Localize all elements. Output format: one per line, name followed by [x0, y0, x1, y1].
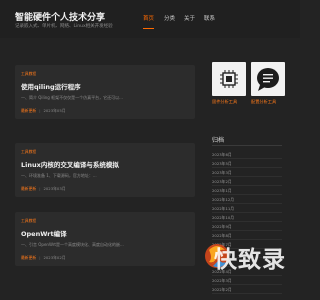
post-title[interactable]: 使用qiling运行程序 [21, 81, 81, 91]
nav-item-label: 分类 [164, 16, 176, 22]
site-subtitle: 记录嵌入式、单片机、网络、Linux相关开发经验 [15, 24, 113, 29]
nav-item-about[interactable]: 关于 [184, 13, 195, 25]
nav-item-label: 联系 [204, 16, 216, 22]
config-tool-tile[interactable] [251, 62, 285, 96]
config-tool-label[interactable]: 配置分析工具 [251, 99, 276, 105]
nav-item-contact[interactable]: 联系 [204, 13, 215, 25]
archive-divider [212, 185, 282, 186]
post-excerpt: 一、环境准备 1、下载源码，官方地址：... [21, 173, 97, 178]
post-meta: 最新更新 | 2023年03月 [21, 186, 66, 192]
chat-bubble-icon [257, 68, 279, 91]
archive-divider [212, 167, 282, 168]
post-meta-label: 最新更新 [21, 108, 37, 113]
post-date: 2023年02月 [43, 255, 66, 260]
post-category[interactable]: 工具教程 [21, 71, 36, 77]
archive-divider [212, 293, 282, 294]
post-date: 2023年03月 [43, 186, 66, 191]
meta-separator: | [39, 255, 41, 260]
nav-item-label: 首页 [143, 16, 155, 22]
chip-icon [220, 70, 238, 88]
post-title[interactable]: OpenWrt编译 [21, 228, 67, 238]
post-meta: 最新更新 | 2023年02月 [21, 255, 66, 261]
archive-divider [212, 203, 282, 204]
firmware-tool-tile[interactable] [212, 62, 246, 96]
post-excerpt: 一、引言 OpenWrt是一个高度模块化、高度自动化的嵌... [21, 242, 124, 247]
post-card[interactable]: 工具教程 使用qiling运行程序 一、简介 Qiling 框架不仅仅是一个仿真… [15, 65, 195, 119]
firmware-tool-label[interactable]: 固件分析工具 [212, 99, 237, 105]
post-title[interactable]: Linux内核的交叉编译与系统模拟 [21, 159, 119, 169]
post-category[interactable]: 工具教程 [21, 218, 36, 224]
site-title[interactable]: 智能硬件个人技术分享 [15, 10, 105, 23]
archive-divider [212, 212, 282, 213]
meta-separator: | [39, 186, 41, 191]
post-excerpt: 一、简介 Qiling 框架不仅仅是一个仿真平台，它还可以... [21, 95, 123, 100]
nav-item-categories[interactable]: 分类 [164, 13, 175, 25]
nav-item-label: 关于 [184, 16, 196, 22]
archive-divider [212, 194, 282, 195]
nav-active-indicator [143, 27, 155, 29]
post-category[interactable]: 工具教程 [21, 149, 36, 155]
post-date: 2023年05月 [43, 108, 66, 113]
archive-divider [212, 284, 282, 285]
post-card[interactable]: 工具教程 OpenWrt编译 一、引言 OpenWrt是一个高度模块化、高度自动… [15, 212, 195, 266]
post-meta-label: 最新更新 [21, 255, 37, 260]
site-header: 智能硬件个人技术分享 记录嵌入式、单片机、网络、Linux相关开发经验 首页 分… [0, 0, 300, 38]
archive-divider [212, 221, 282, 222]
watermark-text: 快致录 [214, 247, 286, 273]
archive-divider [212, 145, 282, 146]
meta-separator: | [39, 108, 41, 113]
post-card[interactable]: 工具教程 Linux内核的交叉编译与系统模拟 一、环境准备 1、下载源码，官方地… [15, 143, 195, 197]
nav-item-home[interactable]: 首页 [143, 13, 155, 29]
archive-divider [212, 176, 282, 177]
archive-divider [212, 158, 282, 159]
archive-title: 归档 [212, 137, 225, 144]
post-meta: 最新更新 | 2023年05月 [21, 108, 66, 114]
post-meta-label: 最新更新 [21, 186, 37, 191]
archive-divider [212, 230, 282, 231]
